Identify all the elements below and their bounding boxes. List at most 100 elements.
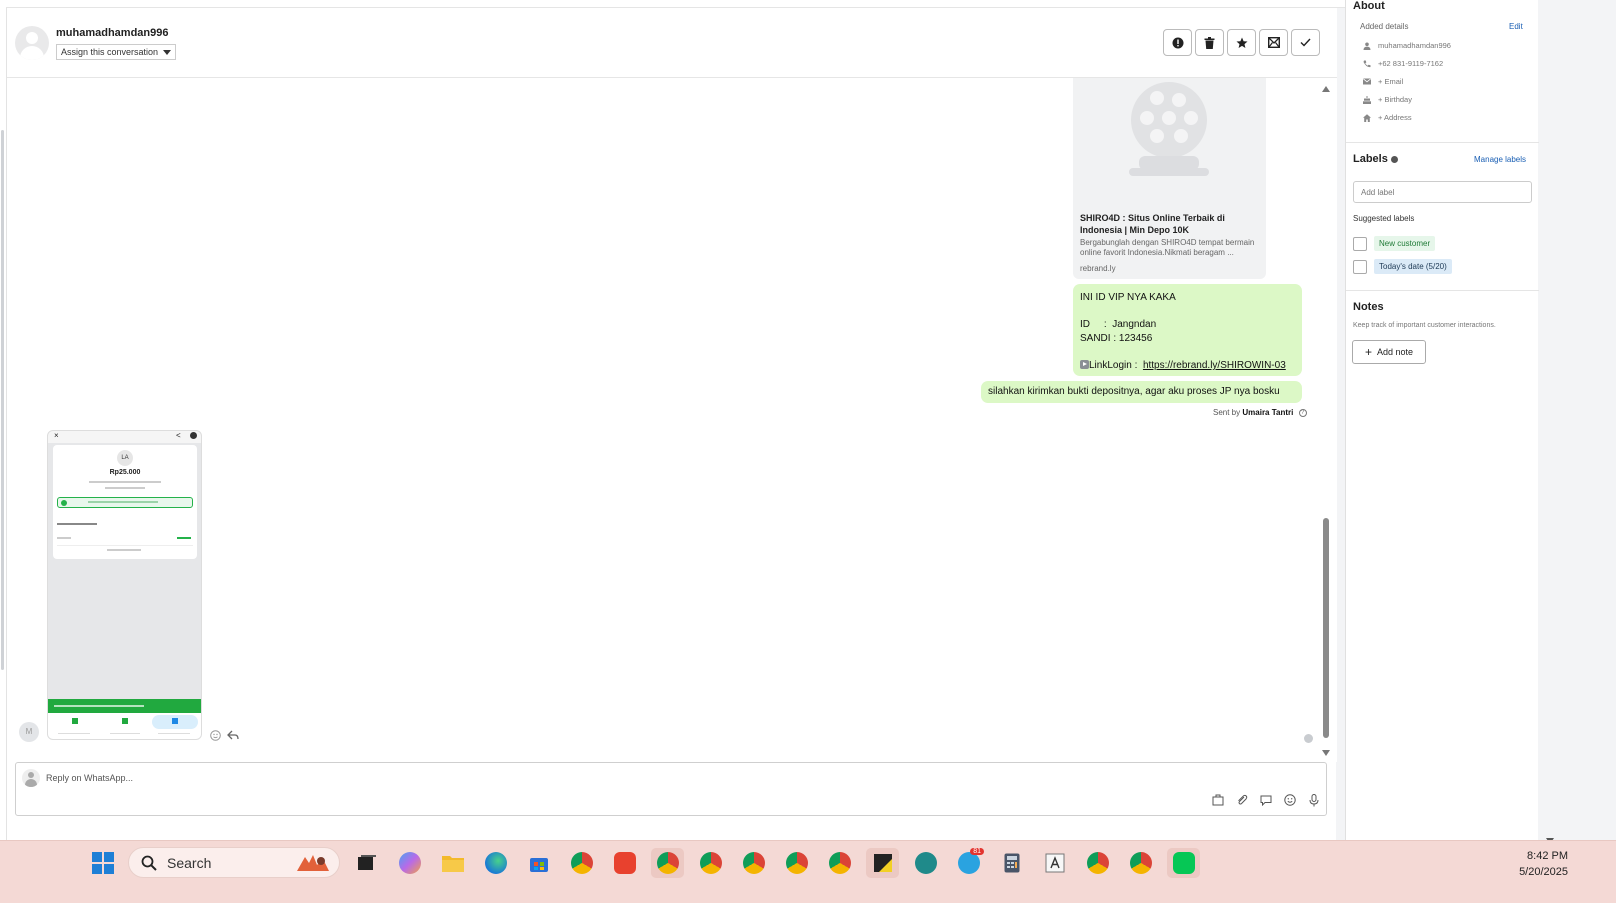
- chat-bubble-icon: [1260, 795, 1272, 806]
- system-clock[interactable]: 8:42 PM 5/20/2025: [1480, 848, 1568, 880]
- remote-icon: [914, 852, 937, 874]
- chrome-profile-app-6[interactable]: [1081, 848, 1114, 878]
- suggested-label-todays-date[interactable]: Today's date (5/20): [1353, 259, 1452, 274]
- help-icon: [190, 432, 197, 439]
- about-row-birthday[interactable]: + Birthday: [1363, 95, 1412, 104]
- help-icon[interactable]: ?: [1298, 408, 1307, 417]
- chrome-profile-app-4[interactable]: [780, 848, 813, 878]
- receipt-amount: Rp25.000: [109, 469, 141, 476]
- reply-input[interactable]: [46, 771, 646, 785]
- wps-app[interactable]: [608, 848, 641, 878]
- payment-receipt-card: LA Rp25.000: [53, 445, 197, 559]
- about-email: + Email: [1378, 77, 1404, 86]
- microphone-icon: [1309, 793, 1319, 806]
- add-label-input[interactable]: [1353, 181, 1532, 203]
- chrome-icon: [785, 852, 808, 874]
- conversation-header: muhamadhamdan996 Assign this conversatio…: [7, 8, 1337, 78]
- phone-icon: [1363, 60, 1371, 68]
- outgoing-message-vip[interactable]: INI ID VIP NYA KAKA ID : Jangndan SANDI …: [1073, 284, 1302, 376]
- task-view-app[interactable]: [350, 848, 383, 878]
- quick-reply-button[interactable]: [1259, 793, 1273, 807]
- page-scrollbar[interactable]: [1542, 0, 1558, 850]
- edit-link[interactable]: Edit: [1509, 22, 1523, 31]
- assign-conversation-dropdown[interactable]: Assign this conversation: [56, 44, 177, 60]
- attach-button[interactable]: [1235, 793, 1249, 807]
- remote-app[interactable]: [909, 848, 942, 878]
- sent-by-name: Umaira Tantri: [1242, 408, 1294, 417]
- email-icon: [1363, 78, 1371, 86]
- outgoing-message-deposit[interactable]: silahkan kirimkan bukti depositnya, agar…: [981, 381, 1302, 403]
- add-note-label: Add note: [1376, 347, 1414, 357]
- image-toolbar: × <: [48, 431, 201, 443]
- about-row-email[interactable]: + Email: [1363, 77, 1403, 86]
- label-checkbox[interactable]: [1353, 259, 1367, 274]
- chrome-profile-app-7[interactable]: [1124, 848, 1157, 878]
- about-row-phone[interactable]: +62 831-9119-7162: [1363, 59, 1443, 68]
- copilot-app[interactable]: [393, 848, 426, 878]
- close-icon: ×: [54, 431, 59, 440]
- info-button[interactable]: [1163, 29, 1192, 56]
- thread-scrollbar[interactable]: [1321, 86, 1331, 756]
- chrome-profile-app-2[interactable]: [694, 848, 727, 878]
- chrome-profile-app-3[interactable]: [737, 848, 770, 878]
- notes-title: Notes: [1353, 301, 1384, 313]
- delete-button[interactable]: [1195, 29, 1224, 56]
- scroll-down-arrow-icon[interactable]: [1322, 750, 1330, 756]
- link-login-label: LinkLogin :: [1089, 360, 1138, 371]
- person-icon: [1363, 42, 1371, 50]
- file-explorer-app[interactable]: [436, 848, 469, 878]
- emoji-icon: [1284, 794, 1296, 806]
- emoji-button[interactable]: [1283, 793, 1297, 807]
- about-row-name[interactable]: muhamadhamdan996: [1363, 41, 1451, 50]
- paperclip-icon: [1238, 794, 1248, 805]
- windows-start-icon[interactable]: [92, 852, 114, 874]
- search-highlight-icon: [297, 855, 329, 871]
- calculator-icon: [1004, 853, 1019, 873]
- labels-title-row: Labels: [1353, 153, 1398, 165]
- reply-icon[interactable]: [227, 730, 239, 741]
- search-label: Search: [167, 854, 212, 871]
- add-note-button[interactable]: + Add note: [1352, 340, 1426, 364]
- scroll-thumb[interactable]: [1323, 518, 1329, 738]
- resolve-button[interactable]: [1291, 29, 1320, 56]
- task-view-icon: [357, 855, 376, 870]
- chrome-app[interactable]: [565, 848, 598, 878]
- link-preview-card[interactable]: SHIRO4D : Situs Online Terbaik di Indone…: [1073, 78, 1266, 279]
- edge-icon: [484, 852, 507, 874]
- play-icon: [1080, 360, 1089, 369]
- mark-unread-button[interactable]: [1259, 29, 1288, 56]
- star-button[interactable]: [1227, 29, 1256, 56]
- login-link[interactable]: https://rebrand.ly/SHIROWIN-03: [1143, 360, 1286, 371]
- about-row-address[interactable]: + Address: [1363, 113, 1412, 122]
- link-preview-title: SHIRO4D : Situs Online Terbaik di Indone…: [1080, 213, 1225, 235]
- store-app[interactable]: [522, 848, 555, 878]
- suggested-label-new-customer[interactable]: New customer: [1353, 236, 1436, 251]
- message-thread[interactable]: SHIRO4D : Situs Online Terbaik di Indone…: [7, 78, 1337, 762]
- font-app[interactable]: [1038, 848, 1071, 878]
- react-emoji-icon[interactable]: [210, 730, 221, 741]
- telegram-app[interactable]: 81: [952, 848, 985, 878]
- share-icon: <: [176, 431, 181, 440]
- taskbar-search[interactable]: Search: [128, 847, 340, 878]
- template-button[interactable]: [1211, 793, 1225, 807]
- calculator-app[interactable]: [995, 848, 1028, 878]
- wps-icon: [613, 852, 636, 874]
- manage-labels-link[interactable]: Manage labels: [1474, 155, 1526, 164]
- chrome-profile-app-5[interactable]: [823, 848, 856, 878]
- label-checkbox[interactable]: [1353, 236, 1367, 251]
- folder-icon: [441, 856, 464, 872]
- star-icon: [1236, 37, 1247, 48]
- contact-name[interactable]: muhamadhamdan996: [56, 27, 168, 39]
- chrome-profile-app-1[interactable]: [651, 848, 684, 878]
- info-icon[interactable]: [1390, 155, 1398, 163]
- sent-by-caption: Sent by Umaira Tantri ?: [1213, 408, 1307, 417]
- plus-icon: +: [1364, 345, 1372, 359]
- label-chip: New customer: [1374, 236, 1436, 251]
- incoming-image-message[interactable]: × < LA Rp25.000: [47, 430, 202, 740]
- line-app[interactable]: [1167, 848, 1200, 878]
- sticky-notes-app[interactable]: [866, 848, 899, 878]
- scroll-up-arrow-icon[interactable]: [1322, 86, 1330, 92]
- voice-button[interactable]: [1307, 793, 1321, 807]
- edge-app[interactable]: [479, 848, 512, 878]
- added-details: Added details: [1360, 22, 1409, 31]
